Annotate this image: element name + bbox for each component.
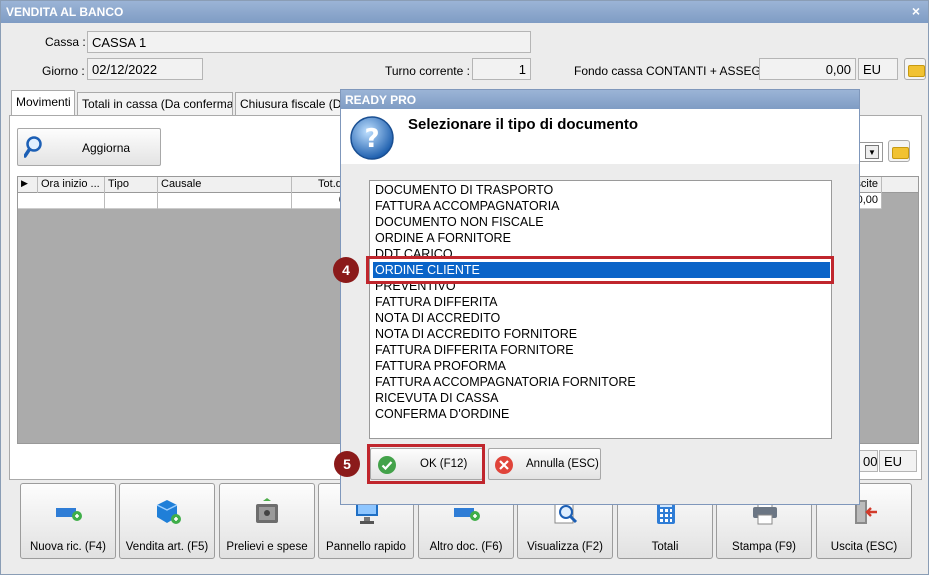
cassa-field: CASSA 1 [87, 31, 531, 53]
list-item[interactable]: FATTURA PROFORMA [373, 358, 508, 374]
turno-label: Turno corrente : [385, 64, 470, 78]
altro-doc-label: Altro doc. (F6) [429, 541, 503, 553]
list-item[interactable]: DOCUMENTO NON FISCALE [373, 214, 546, 230]
grid-cell [105, 193, 158, 209]
folder-icon[interactable] [904, 58, 926, 80]
prelievi-button[interactable]: Prelievi e spese [219, 483, 315, 559]
tab-movimenti[interactable]: Movimenti [11, 90, 75, 115]
vendita-art-button[interactable]: Vendita art. (F5) [119, 483, 215, 559]
window-title: VENDITA AL BANCO [6, 5, 124, 19]
grid-cell [38, 193, 105, 209]
nuova-ric-label: Nuova ric. (F4) [29, 541, 107, 553]
aggiorna-label: Aggiorna [82, 141, 131, 155]
grid-cell [158, 193, 292, 209]
highlight-selected-item [366, 256, 834, 284]
list-item[interactable]: ORDINE A FORNITORE [373, 230, 513, 246]
safe-icon [256, 498, 278, 523]
totali-label: Totali [651, 541, 679, 553]
dialog-message: Selezionare il tipo di documento [408, 116, 639, 133]
tab-totali[interactable]: Totali in cassa (Da confermare) [77, 92, 233, 115]
list-item[interactable]: FATTURA ACCOMPAGNATORIA FORNITORE [373, 374, 638, 390]
aggiorna-button[interactable]: Aggiorna [17, 128, 161, 166]
dropdown-button[interactable]: ▼ [859, 142, 883, 162]
total-currency: EU [879, 450, 917, 472]
prelievi-label: Prelievi e spese [226, 541, 308, 553]
question-icon: ? [350, 116, 394, 160]
cancel-label: Annulla (ESC) [526, 458, 599, 470]
new-record-icon [56, 508, 82, 521]
window-titlebar: VENDITA AL BANCO × [1, 1, 928, 23]
fondo-currency: EU [858, 58, 898, 80]
list-item[interactable]: RICEVUTA DI CASSA [373, 390, 500, 406]
chevron-down-icon: ▼ [865, 145, 879, 159]
col-causale[interactable]: Causale [158, 177, 292, 193]
step-marker-4: 4 [333, 257, 359, 283]
list-item[interactable]: FATTURA DIFFERITA [373, 294, 499, 310]
dialog-header: ? Selezionare il tipo di documento [341, 109, 859, 164]
vendita-art-label: Vendita art. (F5) [125, 541, 209, 553]
box-add-icon [156, 500, 181, 524]
giorno-field: 02/12/2022 [87, 58, 203, 80]
list-item[interactable]: CONFERMA D'ORDINE [373, 406, 511, 422]
visualizza-label: Visualizza (F2) [527, 541, 603, 553]
close-icon [495, 456, 513, 474]
close-icon[interactable]: × [912, 3, 920, 19]
col-ora-inizio[interactable]: Ora inizio ... [38, 177, 105, 193]
dialog-title: READY PRO [341, 90, 859, 109]
cassa-label: Cassa : [45, 35, 86, 49]
col-tipo[interactable]: Tipo [105, 177, 158, 193]
folder-icon[interactable] [888, 140, 910, 162]
step-marker-5: 5 [334, 451, 360, 477]
list-item[interactable]: NOTA DI ACCREDITO [373, 310, 502, 326]
list-item[interactable]: FATTURA DIFFERITA FORNITORE [373, 342, 576, 358]
document-type-dialog: READY PRO ? Selezionare il tipo di docum… [340, 89, 860, 505]
list-item[interactable]: DOCUMENTO DI TRASPORTO [373, 182, 555, 198]
total-field: 00 [858, 450, 878, 472]
document-type-list[interactable]: DOCUMENTO DI TRASPORTO FATTURA ACCOMPAGN… [369, 180, 832, 439]
cancel-button[interactable]: Annulla (ESC) [488, 448, 601, 480]
fondo-label: Fondo cassa CONTANTI + ASSEGNI : [574, 64, 780, 78]
svg-text:?: ? [364, 124, 379, 154]
stampa-label: Stampa (F9) [732, 541, 796, 553]
highlight-ok-button [367, 444, 485, 484]
list-item[interactable]: NOTA DI ACCREDITO FORNITORE [373, 326, 579, 342]
row-indicator-icon: ▶ [18, 177, 38, 193]
pannello-rapido-label: Pannello rapido [326, 541, 406, 553]
turno-field: 1 [472, 58, 531, 80]
giorno-label: Giorno : [42, 64, 85, 78]
magnifier-icon [24, 136, 42, 158]
fondo-field: 0,00 [759, 58, 856, 80]
tab-chiusura[interactable]: Chiusura fiscale (Da [235, 92, 343, 115]
nuova-ric-button[interactable]: Nuova ric. (F4) [20, 483, 116, 559]
list-item[interactable]: FATTURA ACCOMPAGNATORIA [373, 198, 562, 214]
uscita-label: Uscita (ESC) [830, 541, 898, 553]
